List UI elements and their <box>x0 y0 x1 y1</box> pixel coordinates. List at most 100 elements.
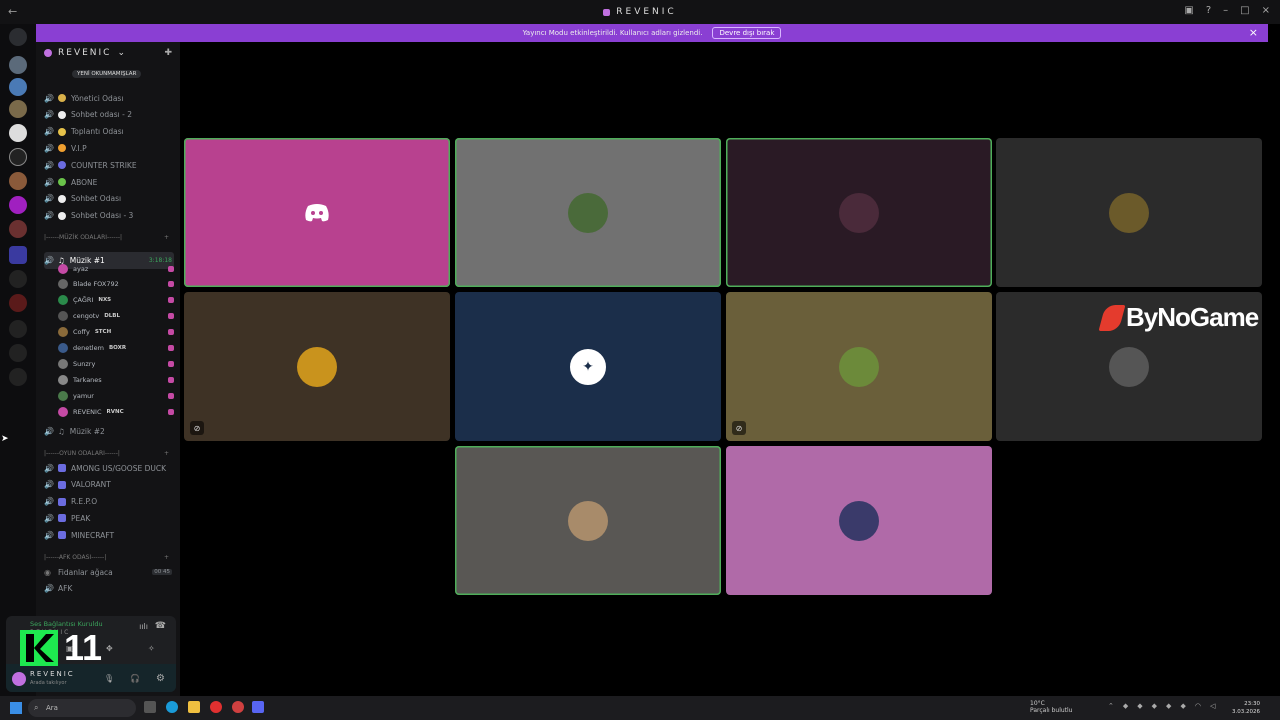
channel-logo-number: 11 <box>64 627 103 668</box>
server-icon[interactable] <box>9 148 27 166</box>
discover-icon[interactable] <box>9 368 27 386</box>
category-music[interactable]: |------MÜZİK ODALARI------| + <box>44 234 169 241</box>
voice-user[interactable]: denetlem BOXR <box>58 341 178 356</box>
voice-channel[interactable]: 🔊 Sohbet odası - 2 <box>44 107 132 123</box>
avatar <box>58 279 68 290</box>
server-icon[interactable] <box>9 294 27 312</box>
voice-channel[interactable]: 🔊 Sohbet Odası <box>44 191 121 207</box>
server-icon[interactable] <box>9 56 27 74</box>
add-member-icon[interactable]: ✚ <box>164 48 174 58</box>
voice-user[interactable]: Sunzry <box>58 356 178 371</box>
task-view-icon[interactable] <box>144 701 156 713</box>
voice-channel[interactable]: 🔊 V.I.P <box>44 140 87 156</box>
participant-tile[interactable]: ⊘ <box>726 292 992 441</box>
app-icon[interactable] <box>210 701 222 713</box>
server-icon[interactable] <box>9 320 27 338</box>
voice-channel[interactable]: ◉ Fidanlar ağaca 00 45 <box>44 564 174 580</box>
disconnect-icon[interactable]: ☎ <box>155 621 166 631</box>
participant-tile[interactable] <box>726 138 992 287</box>
voice-channel[interactable]: 🔊 COUNTER STRIKE <box>44 157 137 173</box>
close-button[interactable]: × <box>1262 5 1270 16</box>
voice-channel[interactable]: 🔊 R.E.P.O <box>44 494 97 510</box>
server-icon[interactable] <box>9 172 27 190</box>
microphone-icon[interactable]: 🎙 <box>104 674 114 683</box>
chrome-icon[interactable] <box>232 701 244 713</box>
noise-suppression-icon[interactable]: ıılı <box>139 622 148 631</box>
voice-channel-music-2[interactable]: 🔊 ♫ Müzik #2 <box>44 423 105 439</box>
folder-icon[interactable] <box>9 246 27 264</box>
voice-user[interactable]: ayaz <box>58 261 178 276</box>
banner-close-icon[interactable]: × <box>1249 26 1258 39</box>
add-channel-icon[interactable]: + <box>164 450 169 457</box>
avatar[interactable] <box>12 672 26 686</box>
voice-user[interactable]: Coffy STCH <box>58 325 178 340</box>
file-explorer-icon[interactable] <box>188 701 200 713</box>
maximize-button[interactable]: □ <box>1240 5 1249 16</box>
server-icon[interactable] <box>9 220 27 238</box>
tray-app-icon[interactable]: ◆ <box>1123 702 1128 710</box>
tray-app-icon[interactable]: ◆ <box>1166 702 1171 710</box>
star-icon: ✦ <box>582 358 594 375</box>
server-icon[interactable] <box>9 100 27 118</box>
settings-gear-icon[interactable]: ⚙ <box>156 673 165 684</box>
avatar <box>58 343 68 353</box>
voice-user[interactable]: cengotv DLBL <box>58 309 178 324</box>
voice-channel[interactable]: 🔊 Yönetici Odası <box>44 90 123 106</box>
voice-user[interactable]: Blade FOX792 <box>58 277 178 292</box>
voice-channel[interactable]: 🔊 MINECRAFT <box>44 527 114 543</box>
tray-app-icon[interactable]: ◆ <box>1137 702 1142 710</box>
participant-tile[interactable] <box>455 446 721 595</box>
add-channel-icon[interactable]: + <box>164 234 169 241</box>
new-unreads-pill[interactable]: YENİ OKUNMAMIŞLAR <box>72 70 142 78</box>
headphones-icon[interactable]: 🎧 <box>130 674 140 683</box>
clock[interactable]: 23:30 3.03.2026 <box>1230 700 1260 716</box>
discord-taskbar-icon[interactable] <box>252 701 264 713</box>
username-label[interactable]: REVENIC <box>30 670 75 678</box>
add-server-icon[interactable] <box>9 344 27 362</box>
wifi-icon[interactable]: ◠ <box>1195 702 1201 710</box>
voice-channel[interactable]: 🔊 Sohbet Odası - 3 <box>44 208 133 224</box>
minimize-button[interactable]: – <box>1223 5 1228 16</box>
voice-channel[interactable]: 🔊 AMONG US/GOOSE DUCK <box>44 460 166 476</box>
tray-app-icon[interactable]: ◆ <box>1180 702 1185 710</box>
voice-user[interactable]: Tarkanes <box>58 372 178 387</box>
windows-start-icon[interactable] <box>10 702 22 714</box>
chevron-up-icon[interactable]: ⌃ <box>1108 702 1114 710</box>
tray-app-icon[interactable]: ◆ <box>1152 702 1157 710</box>
server-icon[interactable] <box>9 270 27 288</box>
voice-user[interactable]: REVENIC RVNC <box>58 404 178 419</box>
add-channel-icon[interactable]: + <box>164 554 169 561</box>
home-discord-icon[interactable] <box>9 28 27 46</box>
voice-channel[interactable]: 🔊 Toplantı Odası <box>44 124 124 140</box>
participant-tile[interactable] <box>726 446 992 595</box>
taskbar-search[interactable]: ⌕ Ara <box>28 699 136 717</box>
server-icon[interactable] <box>9 196 27 214</box>
participant-tile[interactable] <box>996 138 1262 287</box>
voice-channel[interactable]: 🔊 ABONE <box>44 174 97 190</box>
server-header[interactable]: REVENIC ⌄ ✚ <box>36 42 180 64</box>
participant-tile[interactable]: ⊘ <box>184 292 450 441</box>
server-icon[interactable] <box>9 124 27 142</box>
voice-channel[interactable]: 🔊 PEAK <box>44 510 90 526</box>
voice-user[interactable]: yamur <box>58 388 178 403</box>
volume-icon[interactable]: ◁ <box>1210 702 1215 710</box>
guild-tag: DLBL <box>104 313 120 320</box>
participant-tile[interactable] <box>455 138 721 287</box>
server-icon[interactable] <box>9 78 27 96</box>
back-arrow-icon[interactable]: ← <box>8 5 17 18</box>
category-afk[interactable]: |------AFK ODASI------| + <box>44 554 169 561</box>
category-games[interactable]: |------OYUN ODALARI------| + <box>44 450 169 457</box>
inbox-icon[interactable]: ▣ <box>1184 5 1193 16</box>
voice-channel[interactable]: 🔊 VALORANT <box>44 477 111 493</box>
soundboard-icon[interactable]: ✧ <box>148 644 155 653</box>
participant-tile[interactable] <box>184 138 450 287</box>
voice-channel[interactable]: 🔊 AFK <box>44 581 174 597</box>
weather-widget[interactable]: 10°C Parçalı bulutlu <box>1030 700 1072 714</box>
help-icon[interactable]: ? <box>1206 5 1211 16</box>
voice-user[interactable]: ÇAĞRI NXS <box>58 293 178 308</box>
activity-icon[interactable]: ✥ <box>106 644 113 653</box>
gamepad-icon <box>58 464 66 472</box>
participant-tile[interactable]: ✦ <box>455 292 721 441</box>
edge-browser-icon[interactable] <box>166 701 178 713</box>
disable-streamer-mode-button[interactable]: Devre dışı bırak <box>712 27 782 39</box>
